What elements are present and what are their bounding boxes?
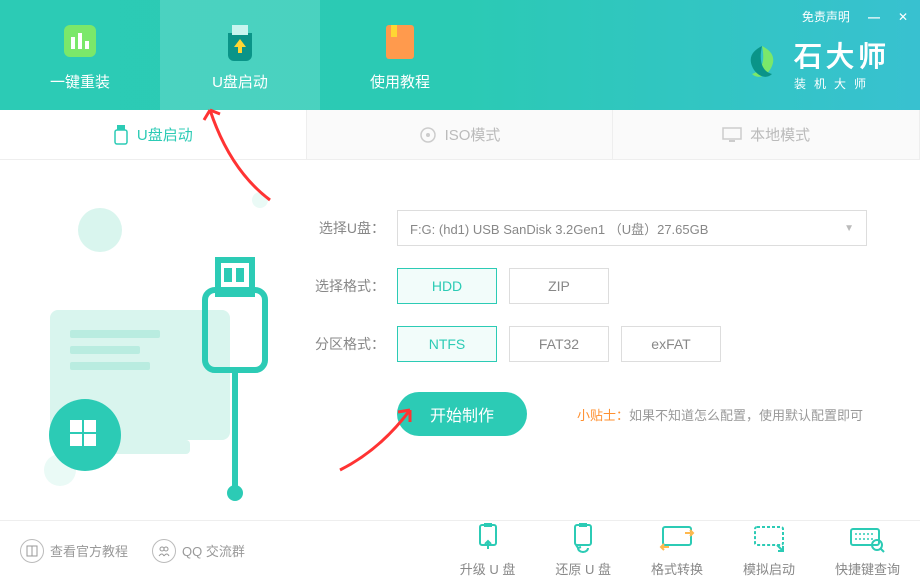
nav-reinstall-label: 一键重装 [50, 71, 110, 92]
select-disk-dropdown[interactable]: F:G: (hd1) USB SanDisk 3.2Gen1 （U盘）27.65… [397, 210, 867, 246]
upgrade-icon [470, 523, 506, 553]
convert-icon [659, 523, 695, 553]
brand-title: 石大师 [794, 35, 890, 75]
illustration [0, 160, 300, 520]
restore-icon [565, 523, 601, 553]
nav-tutorial-label: 使用教程 [370, 71, 430, 92]
tab-local-mode[interactable]: 本地模式 [613, 110, 920, 159]
close-button[interactable]: ✕ [898, 10, 908, 24]
upgrade-usb-button[interactable]: 升级 U 盘 [460, 523, 516, 578]
brand-logo-icon [740, 42, 784, 86]
partition-option-ntfs[interactable]: NTFS [397, 326, 497, 362]
book-icon [20, 539, 44, 563]
simulate-boot-button[interactable]: 模拟启动 [743, 523, 795, 578]
iso-icon [419, 126, 437, 144]
nav-reinstall[interactable]: 一键重装 [0, 0, 160, 110]
format-option-zip[interactable]: ZIP [509, 268, 609, 304]
people-icon [152, 539, 176, 563]
reinstall-icon [58, 19, 102, 63]
tip-text: 小贴士：如果不知道怎么配置，使用默认配置即可 [577, 405, 863, 424]
keyboard-search-icon [849, 523, 885, 553]
format-option-hdd[interactable]: HDD [397, 268, 497, 304]
header: 一键重装 U盘启动 使用教程 石大师 装机大师 免责声明 — ✕ [0, 0, 920, 110]
titlebar: 免责声明 — ✕ [802, 8, 908, 25]
simulate-icon [751, 523, 787, 553]
start-button[interactable]: 开始制作 [397, 392, 527, 436]
tutorial-icon [378, 19, 422, 63]
form-area: 选择U盘： F:G: (hd1) USB SanDisk 3.2Gen1 （U盘… [300, 160, 920, 520]
main-content: 选择U盘： F:G: (hd1) USB SanDisk 3.2Gen1 （U盘… [0, 160, 920, 520]
hotkey-query-button[interactable]: 快捷键查询 [835, 523, 900, 578]
disclaimer-link[interactable]: 免责声明 [802, 8, 850, 25]
tab-iso-mode[interactable]: ISO模式 [307, 110, 614, 159]
qq-group-link[interactable]: QQ 交流群 [152, 539, 245, 563]
format-convert-button[interactable]: 格式转换 [651, 523, 703, 578]
official-tutorial-link[interactable]: 查看官方教程 [20, 539, 128, 563]
nav-usb-boot[interactable]: U盘启动 [160, 0, 320, 110]
nav-tutorial[interactable]: 使用教程 [320, 0, 480, 110]
restore-usb-button[interactable]: 还原 U 盘 [555, 523, 611, 578]
nav-usb-boot-label: U盘启动 [212, 71, 268, 92]
mode-tabs: U盘启动 ISO模式 本地模式 [0, 110, 920, 160]
usb-icon [113, 125, 129, 145]
partition-label: 分区格式： [310, 334, 385, 354]
usb-boot-icon [218, 19, 262, 63]
partition-option-exfat[interactable]: exFAT [621, 326, 721, 362]
minimize-button[interactable]: — [868, 10, 880, 24]
select-disk-label: 选择U盘： [310, 218, 385, 238]
brand-subtitle: 装机大师 [794, 75, 890, 92]
partition-option-fat32[interactable]: FAT32 [509, 326, 609, 362]
format-label: 选择格式： [310, 276, 385, 296]
chevron-down-icon: ▼ [844, 223, 854, 234]
brand: 石大师 装机大师 [740, 35, 890, 92]
footer: 查看官方教程 QQ 交流群 升级 U 盘 还原 U 盘 格式转换 模拟启动 快捷… [0, 520, 920, 580]
monitor-icon [722, 127, 742, 143]
tab-usb-boot[interactable]: U盘启动 [0, 110, 307, 159]
